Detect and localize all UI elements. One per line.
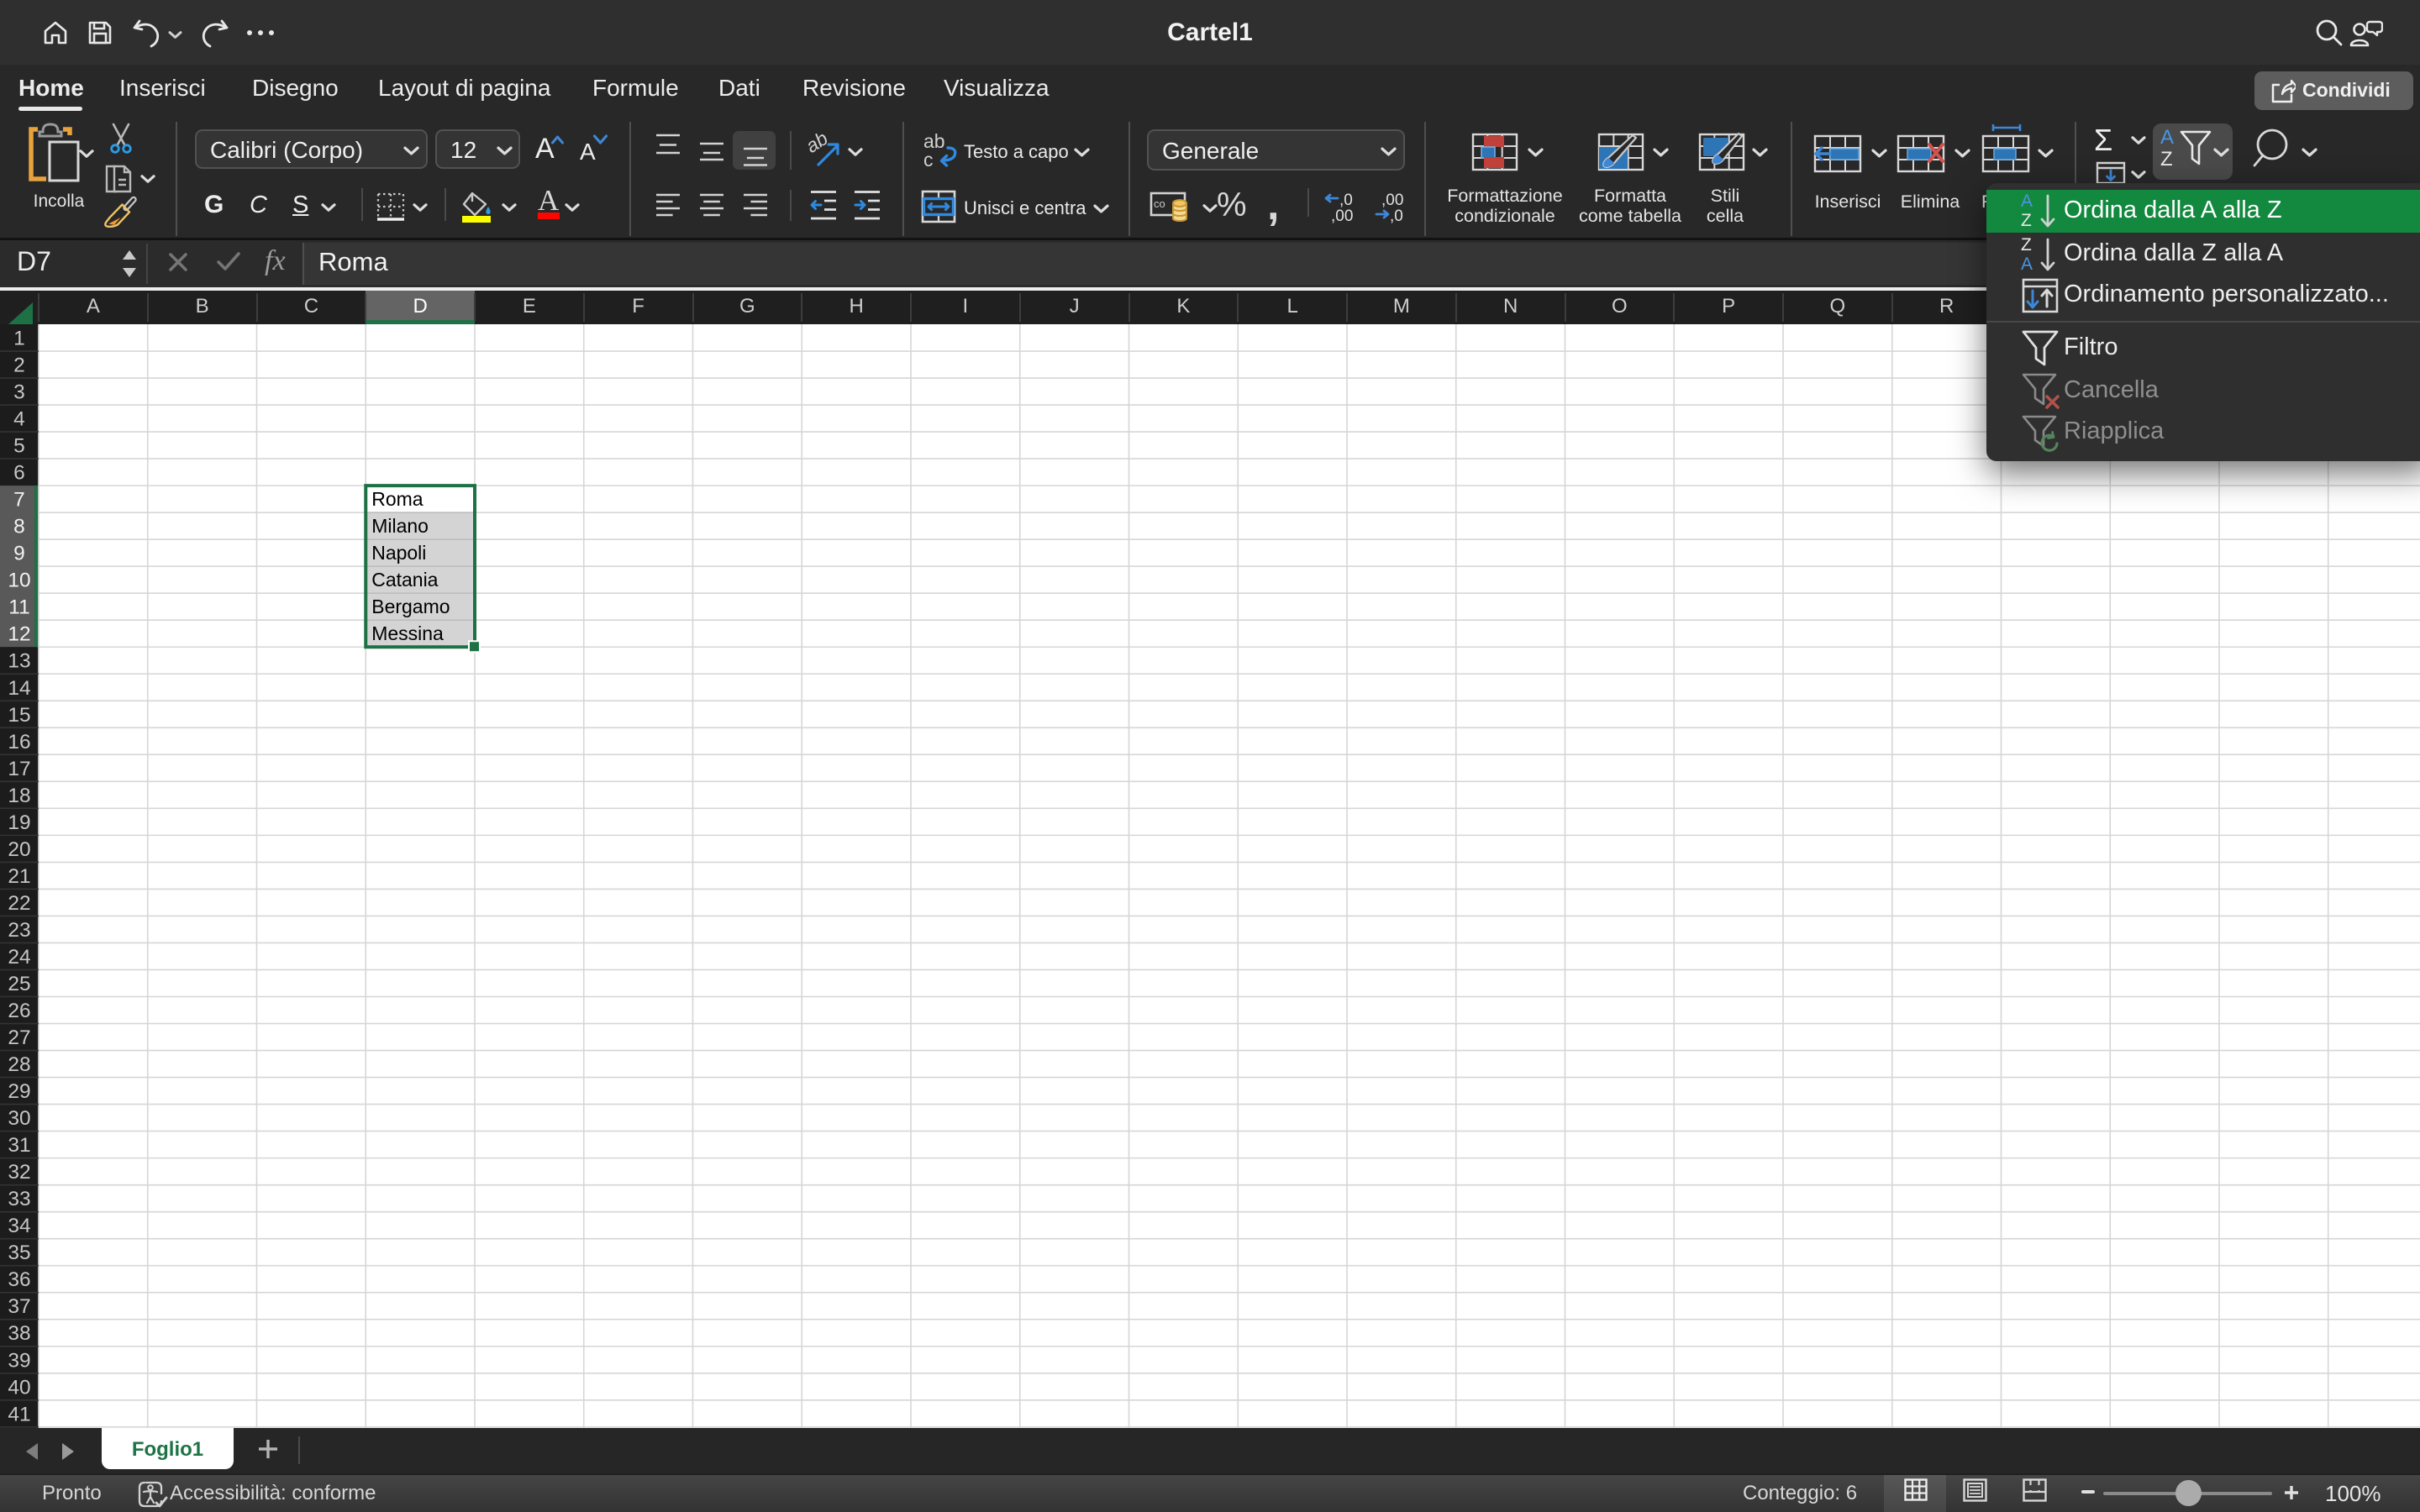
svg-text:12: 12 xyxy=(8,622,30,645)
svg-text:Bergamo: Bergamo xyxy=(371,596,450,617)
svg-text:37: 37 xyxy=(8,1295,30,1318)
svg-text:26: 26 xyxy=(8,1000,30,1022)
svg-text:8: 8 xyxy=(13,515,25,538)
svg-text:32: 32 xyxy=(8,1161,30,1184)
svg-text:18: 18 xyxy=(8,785,30,807)
svg-text:28: 28 xyxy=(8,1053,30,1076)
svg-text:17: 17 xyxy=(8,758,30,780)
svg-text:Milano: Milano xyxy=(371,515,429,537)
svg-text:,0: ,0 xyxy=(1390,207,1403,223)
svg-text:21: 21 xyxy=(8,865,30,888)
svg-text:29: 29 xyxy=(8,1080,30,1103)
svg-text:30: 30 xyxy=(8,1107,30,1130)
svg-text:5: 5 xyxy=(13,434,25,457)
svg-text:31: 31 xyxy=(8,1134,30,1157)
svg-text:38: 38 xyxy=(8,1322,30,1345)
svg-text:A: A xyxy=(2021,192,2033,211)
svg-text:Roma: Roma xyxy=(371,488,424,510)
svg-text:9: 9 xyxy=(13,542,25,564)
svg-text:2: 2 xyxy=(13,354,25,376)
svg-text:15: 15 xyxy=(8,703,30,726)
svg-text:25: 25 xyxy=(8,973,30,995)
svg-text:19: 19 xyxy=(8,811,30,834)
svg-text:,0: ,0 xyxy=(1339,192,1353,209)
svg-text:40: 40 xyxy=(8,1376,30,1399)
svg-text:6: 6 xyxy=(13,461,25,484)
svg-text:1: 1 xyxy=(13,327,25,349)
svg-text:33: 33 xyxy=(8,1188,30,1210)
svg-text:13: 13 xyxy=(8,649,30,672)
svg-text:4: 4 xyxy=(13,407,25,430)
svg-text:Z: Z xyxy=(2021,211,2032,230)
svg-text:Z: Z xyxy=(2021,236,2032,255)
svg-text:3: 3 xyxy=(13,381,25,403)
svg-text:,00: ,00 xyxy=(1381,192,1403,209)
svg-text:22: 22 xyxy=(8,892,30,915)
svg-text:41: 41 xyxy=(8,1403,30,1425)
svg-text:20: 20 xyxy=(8,838,30,861)
svg-text:14: 14 xyxy=(8,676,30,699)
svg-text:24: 24 xyxy=(8,946,30,969)
svg-text:Napoli: Napoli xyxy=(371,542,426,564)
svg-text:co: co xyxy=(1154,197,1165,210)
svg-text:16: 16 xyxy=(8,730,30,753)
svg-text:39: 39 xyxy=(8,1349,30,1372)
svg-text:10: 10 xyxy=(8,569,30,591)
svg-text:23: 23 xyxy=(8,919,30,942)
svg-text:34: 34 xyxy=(8,1215,30,1237)
svg-text:36: 36 xyxy=(8,1268,30,1291)
svg-text:Catania: Catania xyxy=(371,569,438,591)
svg-text:27: 27 xyxy=(8,1026,30,1049)
svg-text:c: c xyxy=(923,149,934,170)
svg-text:A: A xyxy=(2021,255,2033,274)
svg-text:7: 7 xyxy=(13,488,25,511)
svg-text:Messina: Messina xyxy=(371,622,444,644)
svg-text:35: 35 xyxy=(8,1242,30,1264)
svg-text:,00: ,00 xyxy=(1331,207,1353,223)
svg-text:11: 11 xyxy=(8,596,29,618)
